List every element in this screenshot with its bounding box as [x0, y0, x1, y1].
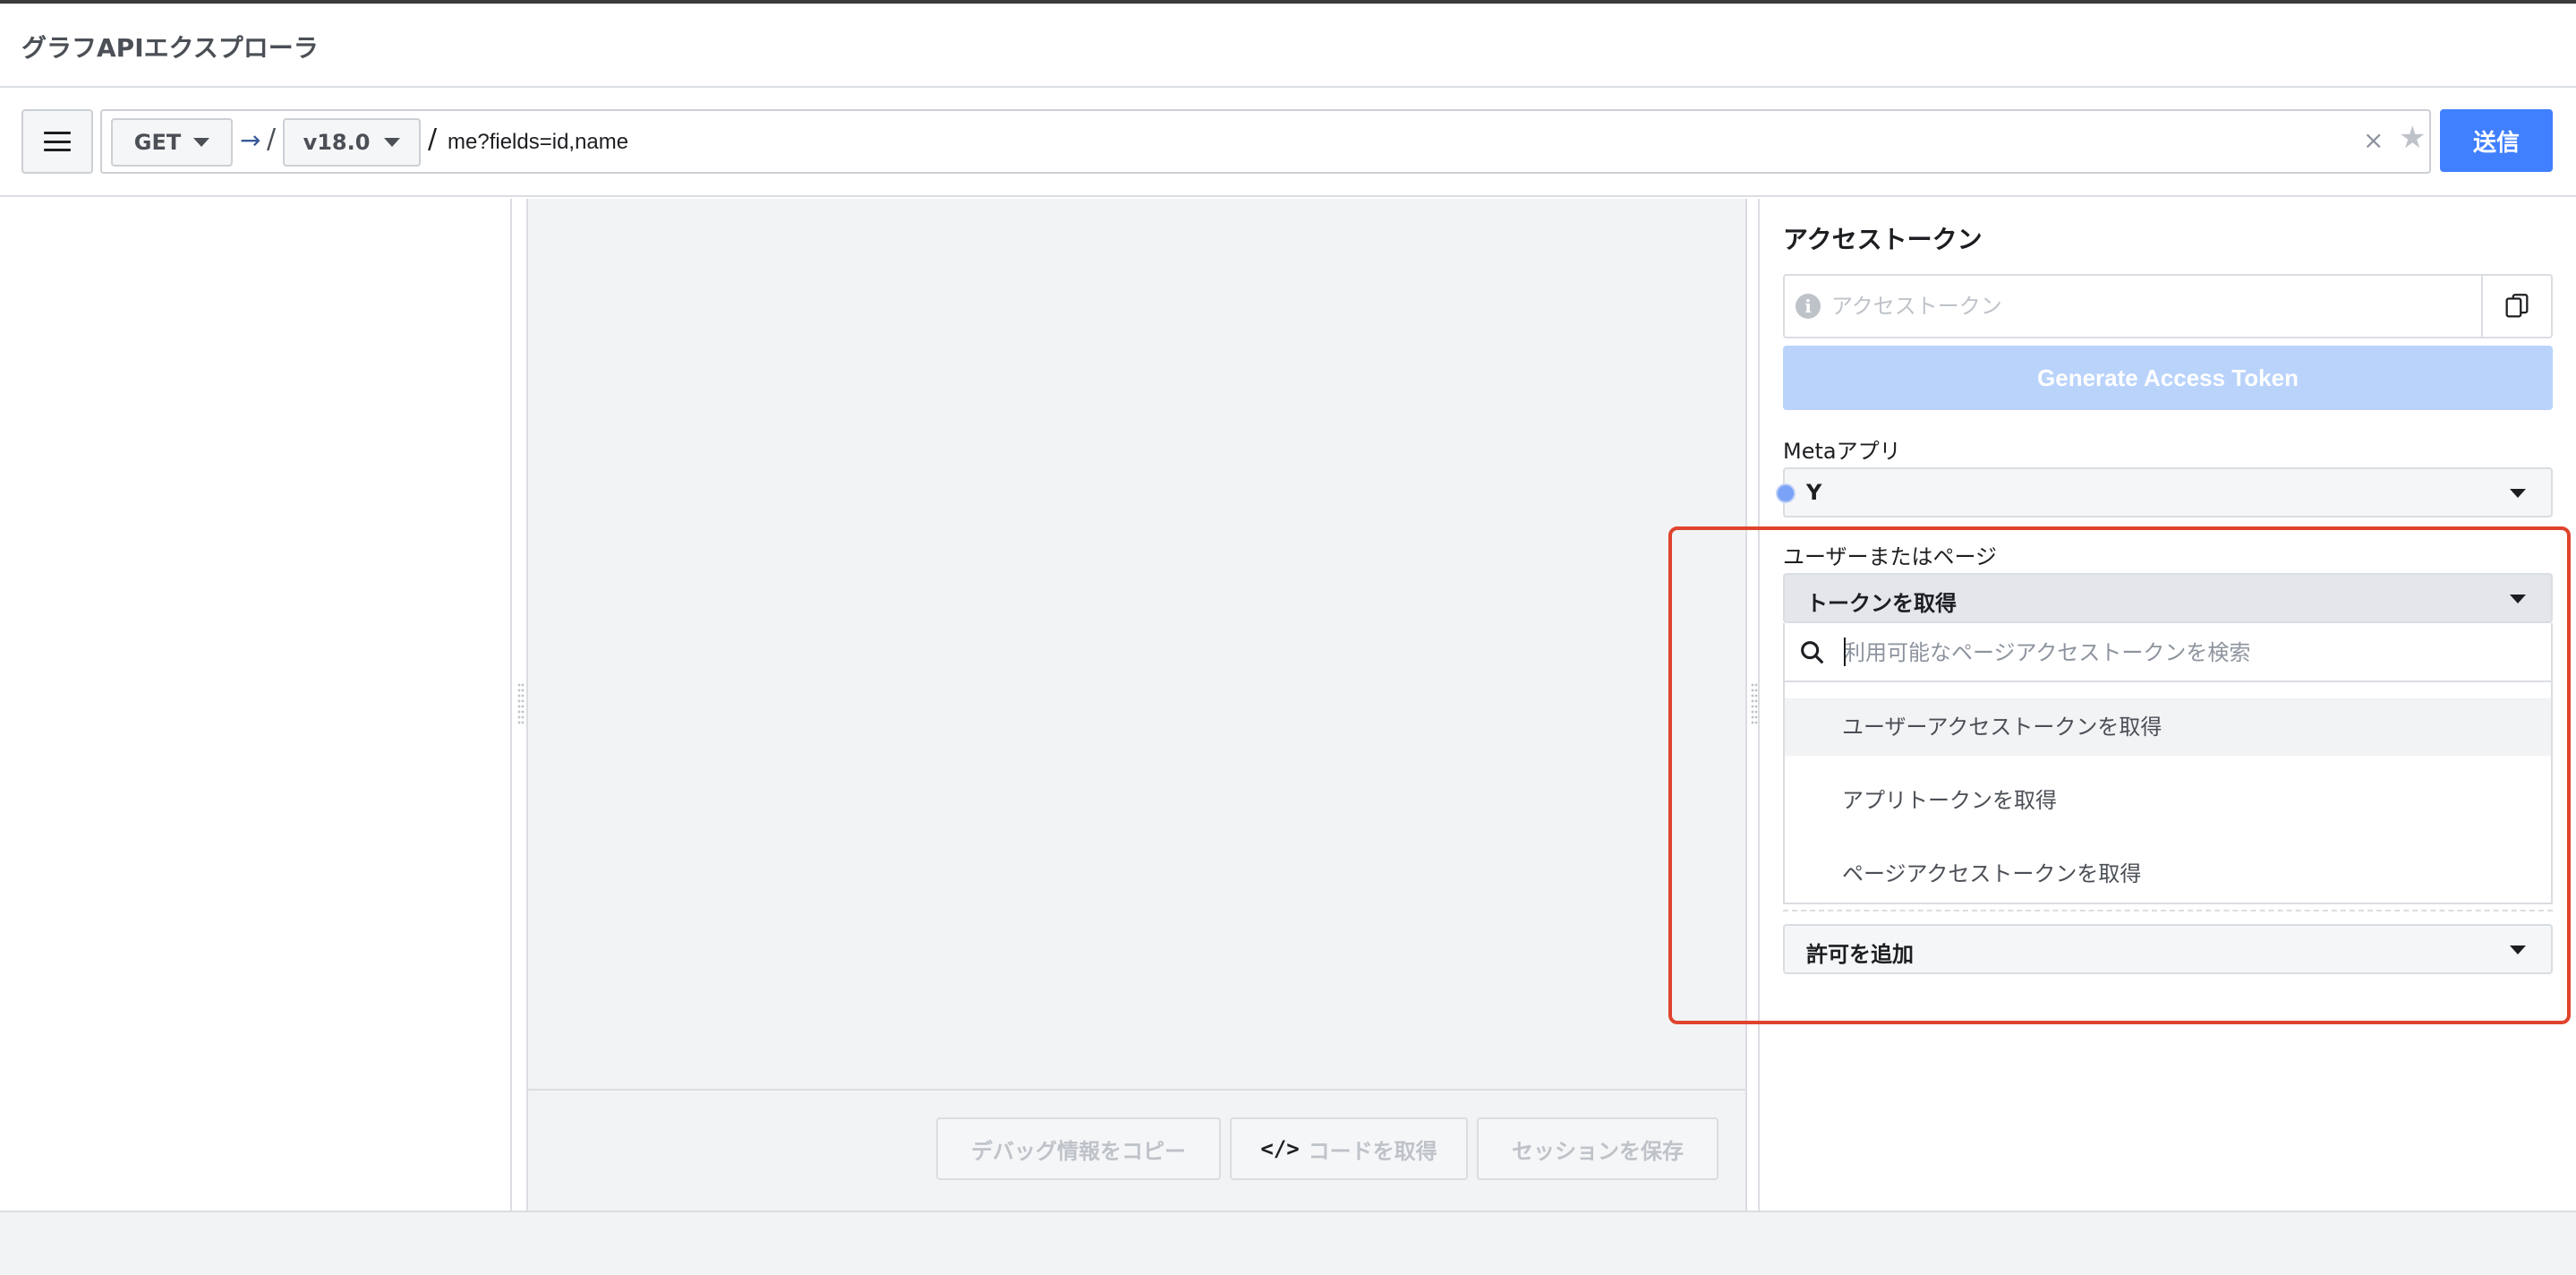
arrow-right-icon: → [240, 125, 261, 155]
highlight-annotation [1668, 526, 2571, 1024]
clear-icon[interactable]: × [2363, 127, 2384, 154]
page-title: グラフAPIエクスプローラ [21, 33, 319, 63]
get-code-button[interactable]: </> コードを取得 [1230, 1117, 1468, 1180]
access-token-field: i [1783, 274, 2553, 338]
caret-down-icon [193, 138, 210, 147]
drag-handle-icon [517, 682, 525, 725]
left-pane [0, 199, 512, 1211]
copy-debug-info-label: デバッグ情報をコピー [971, 1138, 1186, 1164]
meta-app-select[interactable]: Y [1776, 467, 2553, 518]
meta-app-label: Metaアプリ [1783, 439, 1901, 464]
meta-app-value: Y [1806, 480, 1822, 505]
caret-down-icon [384, 138, 401, 147]
copy-token-button[interactable] [2481, 276, 2551, 337]
path-separator: / [428, 124, 438, 155]
access-token-title: アクセストークン [1783, 225, 1983, 254]
code-icon: </> [1260, 1136, 1300, 1161]
get-code-label: コードを取得 [1308, 1138, 1437, 1164]
response-pane: デバッグ情報をコピー </> コードを取得 セッションを保存 [528, 199, 1745, 1211]
http-method-label: GET [133, 130, 182, 155]
app-status-dot [1776, 483, 1796, 503]
save-session-button[interactable]: セッションを保存 [1477, 1117, 1719, 1180]
query-path-input[interactable] [448, 118, 1969, 167]
path-separator: / [267, 124, 277, 155]
query-field: GET → / v18.0 / × ★ [100, 109, 2431, 174]
save-session-label: セッションを保存 [1512, 1138, 1684, 1164]
response-footer: デバッグ情報をコピー </> コードを取得 セッションを保存 [528, 1089, 1745, 1211]
query-bar: GET → / v18.0 / × ★ 送信 [0, 88, 2576, 197]
copy-debug-info-button[interactable]: デバッグ情報をコピー [936, 1117, 1221, 1180]
caret-down-icon [2510, 489, 2526, 498]
generate-access-token-button[interactable]: Generate Access Token [1783, 346, 2553, 410]
submit-button[interactable]: 送信 [2440, 109, 2553, 172]
copy-icon [2505, 294, 2529, 318]
left-splitter[interactable] [514, 199, 528, 1211]
access-token-input[interactable] [1831, 285, 2458, 328]
info-icon[interactable]: i [1796, 294, 1821, 319]
http-method-dropdown[interactable]: GET [111, 118, 233, 167]
api-version-dropdown[interactable]: v18.0 [283, 118, 421, 167]
hamburger-icon [44, 132, 71, 151]
menu-button[interactable] [21, 109, 93, 174]
star-icon[interactable]: ★ [2399, 122, 2426, 154]
bottom-bar [0, 1211, 2576, 1275]
api-version-label: v18.0 [303, 130, 371, 155]
app-header: グラフAPIエクスプローラ [0, 4, 2576, 88]
